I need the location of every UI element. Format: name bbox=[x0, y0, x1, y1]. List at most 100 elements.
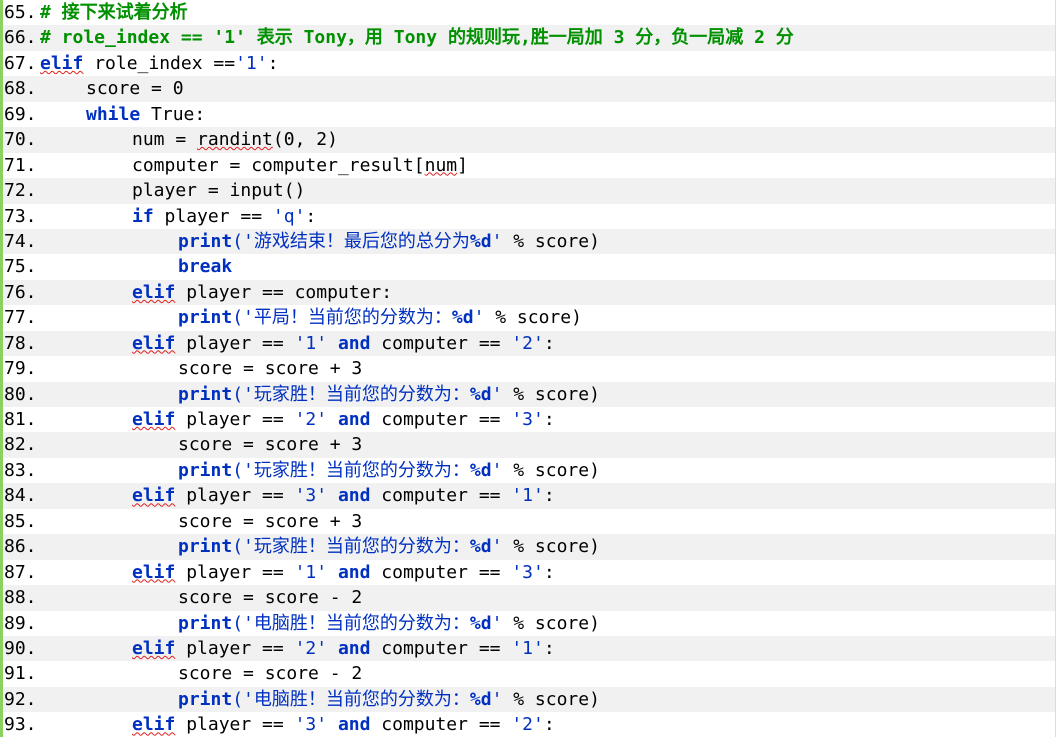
code-token: print bbox=[178, 536, 233, 558]
code-text: elif player == '2' and computer == '1': bbox=[40, 636, 555, 661]
line-number: 78. bbox=[4, 332, 37, 354]
code-token: computer == bbox=[370, 561, 512, 583]
code-token: elif bbox=[132, 714, 176, 736]
line-number: 88. bbox=[4, 587, 37, 609]
code-text: elif player == '1' and computer == '2': bbox=[40, 331, 555, 356]
code-token: ('电脑胜！当前您的分数为： bbox=[232, 688, 470, 710]
code-text: score = score + 3 bbox=[40, 356, 362, 381]
code-editor[interactable]: 65. # 接下来试着分析 66. # role_index == '1' 表示 To… bbox=[0, 0, 1064, 737]
line-number: 69. bbox=[4, 103, 37, 125]
code-token: %d bbox=[469, 536, 492, 558]
code-text: elif role_index =='1': bbox=[40, 51, 278, 76]
code-line[interactable]: 92. print('电脑胜！当前您的分数为：%d' % score) bbox=[3, 686, 1064, 713]
line-number: 67. bbox=[4, 52, 37, 74]
code-token: %d bbox=[469, 383, 492, 405]
line-number: 75. bbox=[4, 256, 37, 278]
code-text: if player == 'q': bbox=[40, 204, 316, 229]
code-line[interactable]: 66. # role_index == '1' 表示 Tony，用 Tony 的规… bbox=[3, 25, 1064, 51]
code-token: : bbox=[543, 561, 555, 583]
code-line[interactable]: 80. print('玩家胜！当前您的分数为：%d' % score) bbox=[3, 381, 1064, 407]
code-token: '1' bbox=[511, 637, 544, 659]
code-token: elif bbox=[132, 332, 176, 354]
code-line[interactable]: 75. break bbox=[3, 254, 1064, 279]
line-number: 83. bbox=[4, 459, 37, 481]
code-line[interactable]: 76. elif player == computer: bbox=[3, 279, 1064, 306]
code-lines[interactable]: 65. # 接下来试着分析 66. # role_index == '1' 表示 To… bbox=[3, 0, 1064, 737]
code-text: print('电脑胜！当前您的分数为：%d' % score) bbox=[40, 687, 600, 712]
code-token: : bbox=[543, 409, 555, 430]
code-line[interactable]: 67. elif role_index =='1': bbox=[3, 51, 1064, 76]
code-token: elif bbox=[132, 561, 176, 583]
line-number: 87. bbox=[4, 561, 37, 583]
code-token: % score) bbox=[502, 688, 600, 710]
code-token: ('电脑胜！当前您的分数为： bbox=[232, 612, 470, 634]
code-token: : bbox=[543, 637, 555, 659]
code-token: num = bbox=[132, 129, 198, 151]
code-token: player == bbox=[175, 637, 295, 659]
code-line[interactable]: 93. elif player == '3' and computer == '2… bbox=[3, 712, 1064, 737]
code-token: elif bbox=[132, 637, 176, 659]
line-number: 68. bbox=[4, 78, 37, 100]
code-token: while bbox=[86, 103, 141, 125]
line-number: 81. bbox=[4, 409, 37, 430]
code-token: print bbox=[178, 307, 233, 329]
code-line[interactable]: 65. # 接下来试着分析 bbox=[3, 0, 1064, 25]
code-token: ' bbox=[491, 383, 503, 405]
code-line[interactable]: 79. score = score + 3 bbox=[3, 356, 1064, 381]
code-line[interactable]: 71. computer = computer_result[num] bbox=[3, 153, 1064, 178]
code-token: print bbox=[178, 230, 233, 252]
code-line[interactable]: 69. while True: bbox=[3, 102, 1064, 127]
code-text: elif player == computer: bbox=[40, 280, 392, 305]
code-line[interactable]: 70. num = randint(0, 2) bbox=[3, 127, 1064, 153]
code-token: score = score + 3 bbox=[178, 510, 363, 532]
code-text: print('玩家胜！当前您的分数为：%d' % score) bbox=[40, 534, 600, 559]
code-line[interactable]: 91. score = score - 2 bbox=[3, 661, 1064, 686]
code-line[interactable]: 89. print('电脑胜！当前您的分数为：%d' % score) bbox=[3, 611, 1064, 636]
code-token: % score) bbox=[502, 536, 600, 558]
code-token: computer == bbox=[370, 409, 512, 430]
code-line[interactable]: 73. if player == 'q': bbox=[3, 204, 1064, 229]
code-token: '3' bbox=[511, 409, 544, 430]
code-text: elif player == '3' and computer == '1': bbox=[40, 483, 555, 508]
code-token: ] bbox=[457, 154, 468, 176]
line-number: 84. bbox=[4, 485, 37, 507]
code-token: % score) bbox=[502, 612, 600, 634]
code-token: score = score - 2 bbox=[178, 663, 363, 685]
code-line[interactable]: 85. score = score + 3 bbox=[3, 509, 1064, 534]
code-line[interactable]: 82. score = score + 3 bbox=[3, 432, 1064, 458]
code-line[interactable]: 81. elif player == '2' and computer == '3… bbox=[3, 407, 1064, 432]
code-line[interactable]: 68. score = 0 bbox=[3, 76, 1064, 102]
code-token: : bbox=[543, 332, 555, 354]
code-token: ' bbox=[473, 307, 485, 329]
vertical-scrollbar[interactable] bbox=[1055, 0, 1064, 737]
code-line[interactable]: 88. score = score - 2 bbox=[3, 585, 1064, 611]
code-text: score = score + 3 bbox=[40, 432, 362, 457]
code-text: score = score + 3 bbox=[40, 509, 362, 534]
code-token: elif bbox=[132, 281, 176, 303]
code-line[interactable]: 78. elif player == '1' and computer == '2… bbox=[3, 330, 1064, 357]
code-line[interactable]: 84. elif player == '3' and computer == '1… bbox=[3, 483, 1064, 509]
code-line[interactable]: 90. elif player == '2' and computer == '1… bbox=[3, 635, 1064, 662]
code-token: and bbox=[337, 714, 371, 736]
code-token: and bbox=[337, 409, 371, 430]
code-token: randint bbox=[197, 129, 273, 151]
code-token: 'q' bbox=[272, 205, 306, 227]
code-line[interactable]: 77. print('平局！当前您的分数为：%d' % score) bbox=[3, 305, 1064, 330]
code-token: : bbox=[305, 205, 317, 227]
line-number: 70. bbox=[4, 129, 37, 151]
code-line[interactable]: 72. player = input() bbox=[3, 178, 1064, 204]
code-line[interactable]: 74. print('游戏结束！最后您的总分为%d' % score) bbox=[3, 228, 1064, 255]
code-token: % score) bbox=[502, 383, 600, 405]
code-token: computer == bbox=[370, 485, 512, 507]
line-number: 85. bbox=[4, 510, 37, 532]
code-line[interactable]: 86. print('玩家胜！当前您的分数为：%d' % score) bbox=[3, 534, 1064, 560]
line-number: 90. bbox=[4, 637, 37, 659]
code-token: score = score + 3 bbox=[178, 434, 363, 456]
code-line[interactable]: 83. print('玩家胜！当前您的分数为：%d' % score) bbox=[3, 458, 1064, 483]
code-line[interactable]: 87. elif player == '1' and computer == '3… bbox=[3, 560, 1064, 585]
